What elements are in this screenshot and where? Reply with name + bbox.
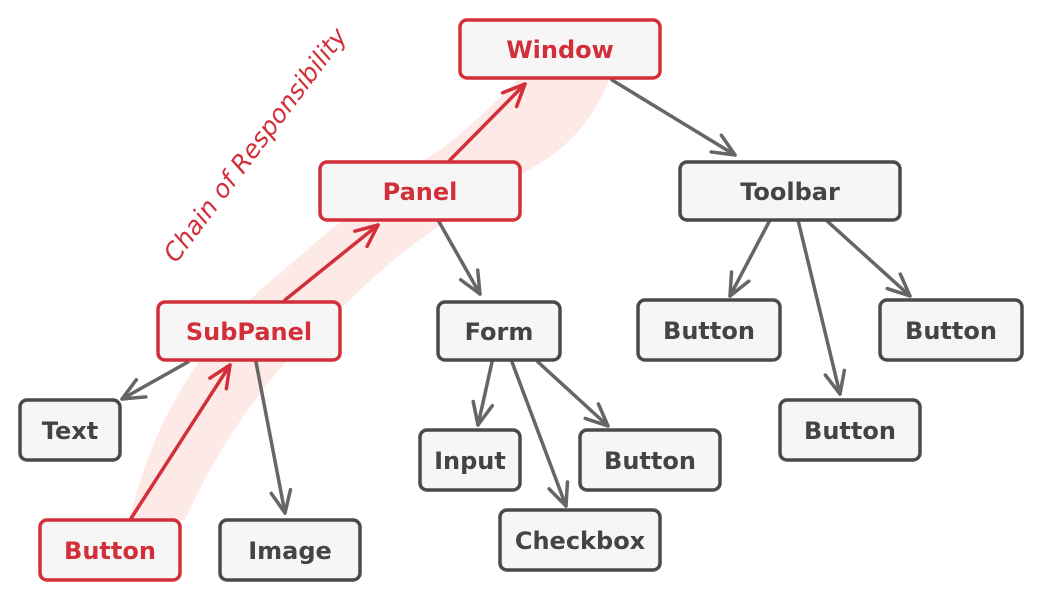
node-label: Checkbox	[515, 527, 646, 555]
node-form-button: Button	[578, 428, 722, 492]
arrow-line	[728, 218, 772, 298]
child-arrow	[471, 360, 495, 427]
child-arrow	[824, 218, 912, 298]
child-arrow	[536, 360, 610, 428]
child-arrow	[610, 78, 737, 157]
node-label: Text	[42, 417, 98, 445]
arrow-line	[796, 218, 842, 396]
node-label: Form	[465, 318, 534, 346]
node-text: Text	[18, 398, 122, 462]
node-label: Image	[248, 537, 332, 565]
node-label: Panel	[383, 178, 458, 206]
node-panel: Panel	[318, 160, 522, 222]
child-arrow	[796, 218, 847, 396]
node-label: Input	[434, 447, 506, 475]
node-label: Toolbar	[740, 178, 840, 206]
node-label: Button	[64, 537, 156, 565]
arrow-line	[824, 218, 912, 298]
node-image: Image	[218, 518, 362, 582]
node-label: Button	[905, 317, 997, 345]
arrow-line	[120, 360, 190, 401]
node-label: Button	[604, 447, 696, 475]
node-tb-button-1: Button	[636, 298, 782, 362]
child-arrow	[728, 218, 772, 298]
node-form: Form	[436, 300, 562, 362]
arrow-line	[610, 78, 737, 157]
node-label: Window	[506, 36, 614, 64]
child-arrow	[120, 360, 190, 401]
node-input: Input	[418, 428, 522, 492]
node-label: Button	[804, 417, 896, 445]
node-tb-button-3: Button	[878, 298, 1024, 362]
arrowhead-icon	[709, 133, 737, 157]
node-button: Button	[38, 518, 182, 582]
arrow-line	[254, 360, 287, 515]
node-tb-button-2: Button	[778, 398, 922, 462]
node-subpanel: SubPanel	[156, 300, 342, 362]
child-arrow	[254, 360, 293, 515]
arrow-line	[536, 360, 610, 428]
child-arrow	[436, 218, 482, 296]
node-label: Button	[663, 317, 755, 345]
node-window: Window	[458, 18, 662, 80]
chain-of-responsibility-diagram: Chain of Responsibility Window Panel Toolb…	[18, 18, 1024, 582]
node-toolbar: Toolbar	[678, 160, 902, 222]
chain-of-responsibility-label: Chain of Responsibility	[158, 21, 354, 267]
node-label: SubPanel	[186, 318, 312, 346]
arrow-line	[436, 218, 482, 296]
node-checkbox: Checkbox	[498, 508, 662, 572]
